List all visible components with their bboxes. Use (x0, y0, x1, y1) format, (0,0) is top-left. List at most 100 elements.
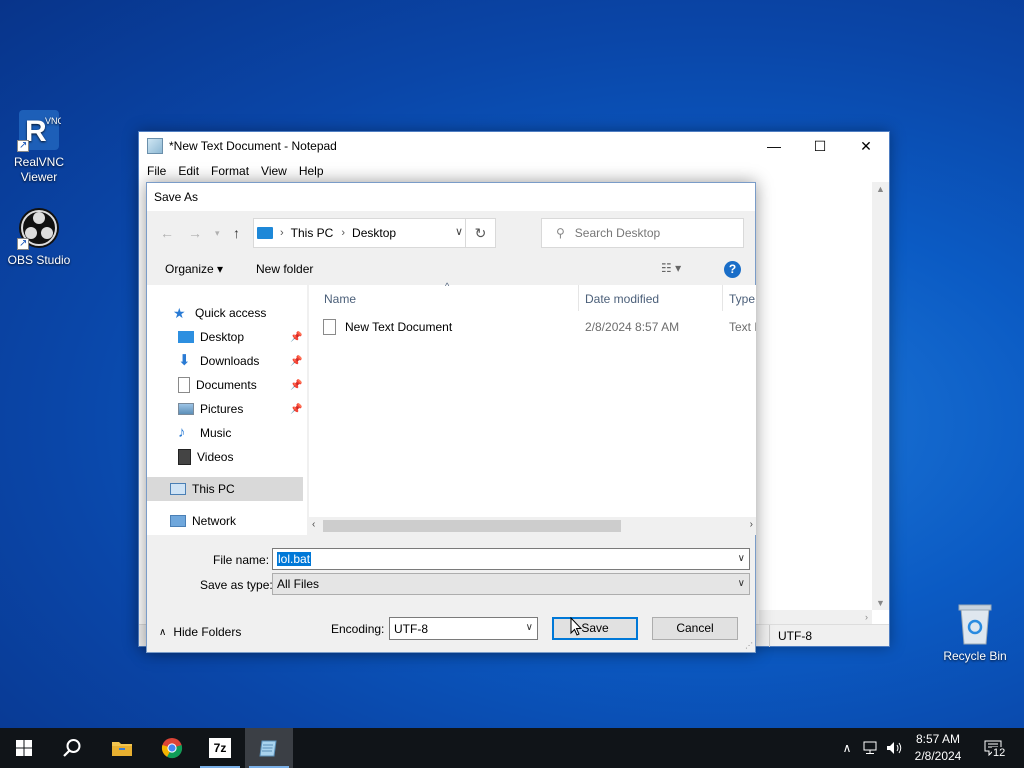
dialog-title[interactable]: Save As (147, 183, 755, 211)
breadcrumb-separator-icon[interactable]: › (280, 227, 284, 239)
address-bar[interactable]: › This PC › Desktop ∨ ↻ (253, 218, 496, 248)
back-arrow-icon[interactable]: ← (160, 225, 174, 241)
realvnc-icon: R VNC (17, 108, 65, 153)
nav-videos[interactable]: Videos (178, 445, 233, 469)
7zip-button[interactable]: 7z (196, 728, 244, 768)
desktop-icon-label: Viewer (20, 170, 58, 184)
7zip-icon: 7z (209, 738, 231, 758)
clock-time: 8:57 AM (915, 732, 961, 746)
chevron-down-icon[interactable]: ∨ (526, 622, 533, 633)
recycle-bin-icon (953, 602, 997, 646)
recent-locations-icon[interactable]: ▾ (215, 228, 220, 239)
scroll-right-icon[interactable]: › (865, 612, 868, 622)
nav-quick-access[interactable]: ★ Quick access (173, 301, 266, 325)
desktop-icon-label: OBS Studio (7, 253, 71, 267)
breadcrumb-desktop[interactable]: Desktop (352, 226, 396, 240)
search-icon (63, 739, 81, 757)
mouse-cursor-icon (570, 616, 583, 641)
status-encoding: UTF-8 (769, 625, 812, 647)
nav-pictures[interactable]: Pictures 📌 (178, 397, 304, 421)
column-date-modified[interactable]: Date modified (585, 292, 659, 306)
pin-icon[interactable]: 📌 (290, 332, 302, 343)
menu-help[interactable]: Help (293, 164, 330, 178)
obs-icon (17, 206, 61, 251)
desktop-icon-recycle-bin[interactable]: Recycle Bin (937, 602, 1013, 664)
nav-desktop[interactable]: Desktop 📌 (178, 325, 304, 349)
dialog-toolbar: Organize ▾ New folder ☷ ▾ ? (147, 253, 755, 285)
file-list: Name ^ Date modified Type New Text Docum… (309, 281, 756, 535)
chevron-down-icon[interactable]: ∨ (738, 553, 745, 564)
minimize-button[interactable]: — (751, 132, 797, 160)
pin-icon[interactable]: 📌 (290, 380, 302, 391)
scroll-left-icon[interactable]: ‹ (312, 519, 315, 530)
encoding-label: Encoding: (331, 622, 385, 636)
start-button[interactable] (0, 728, 48, 768)
close-button[interactable]: ✕ (843, 132, 889, 160)
taskbar-clock[interactable]: 8:57 AM 2/8/2024 (905, 731, 971, 765)
vertical-scrollbar[interactable]: ▲ ▼ (872, 182, 889, 610)
nav-music[interactable]: ♪ Music (178, 421, 231, 445)
menu-bar: File Edit Format View Help (139, 160, 889, 182)
scrollbar-thumb[interactable] (323, 520, 621, 532)
pin-icon[interactable]: 📌 (290, 404, 302, 415)
save-as-type-select[interactable]: All Files ∨ (272, 573, 750, 595)
encoding-select[interactable]: UTF-8 ∨ (389, 617, 538, 640)
file-explorer-button[interactable] (98, 728, 146, 768)
cancel-button[interactable]: Cancel (652, 617, 738, 640)
organize-button[interactable]: Organize ▾ (165, 262, 223, 276)
sort-arrow-icon: ^ (445, 281, 450, 291)
menu-view[interactable]: View (255, 164, 293, 178)
chevron-down-icon[interactable]: ∨ (738, 578, 745, 589)
volume-tray-icon[interactable] (884, 728, 906, 768)
column-name[interactable]: Name (324, 292, 356, 306)
desktop-icon-label: RealVNC (13, 155, 64, 169)
new-folder-button[interactable]: New folder (256, 262, 313, 276)
forward-arrow-icon[interactable]: → (188, 225, 202, 241)
notification-center-button[interactable]: 12 (980, 728, 1008, 768)
file-row[interactable]: New Text Document 2/8/2024 8:57 AM Text … (323, 317, 756, 337)
save-button[interactable]: Save (552, 617, 638, 640)
nav-documents[interactable]: Documents 📌 (178, 373, 304, 397)
refresh-icon[interactable]: ↻ (465, 219, 495, 247)
notepad-taskbar-button[interactable] (245, 728, 293, 768)
notepad-icon (259, 740, 277, 757)
network-tray-icon[interactable] (860, 728, 882, 768)
help-icon[interactable]: ? (724, 261, 741, 278)
menu-format[interactable]: Format (205, 164, 255, 178)
clock-date: 2/8/2024 (914, 749, 962, 763)
scroll-down-icon[interactable]: ▼ (876, 598, 885, 608)
breadcrumb-this-pc[interactable]: This PC (291, 226, 334, 240)
network-icon (170, 515, 186, 527)
search-input[interactable]: ⚲ Search Desktop (541, 218, 744, 248)
window-title: *New Text Document - Notepad (169, 139, 337, 153)
desktop-icon-label: Recycle Bin (943, 649, 1007, 663)
file-name-input[interactable]: lol.bat ∨ (272, 548, 750, 570)
column-type[interactable]: Type (729, 292, 755, 306)
pictures-icon (178, 403, 194, 415)
file-list-scrollbar[interactable]: ‹ › (309, 517, 756, 535)
nav-network[interactable]: Network (170, 509, 236, 533)
menu-file[interactable]: File (141, 164, 172, 178)
breadcrumb-separator-icon[interactable]: › (341, 227, 345, 239)
show-hidden-icons-chevron-icon[interactable]: ∧ (838, 728, 856, 768)
nav-downloads[interactable]: ⬇ Downloads 📌 (178, 349, 304, 373)
save-as-type-value: All Files (277, 577, 320, 591)
scroll-up-icon[interactable]: ▲ (876, 184, 885, 194)
this-pc-icon (257, 227, 273, 239)
pin-icon[interactable]: 📌 (290, 356, 302, 367)
search-button[interactable] (48, 728, 96, 768)
desktop-icon-obs[interactable]: OBS Studio (1, 206, 77, 268)
chrome-button[interactable] (148, 728, 196, 768)
scroll-right-icon[interactable]: › (750, 519, 753, 530)
nav-this-pc[interactable]: This PC (170, 477, 235, 501)
hide-folders-button[interactable]: ∧ Hide Folders (159, 625, 241, 639)
change-view-icon[interactable]: ☷ ▾ (661, 261, 681, 275)
resize-grip-icon[interactable]: ⋰ (745, 641, 753, 650)
menu-edit[interactable]: Edit (172, 164, 205, 178)
chevron-down-icon[interactable]: ∨ (455, 225, 463, 238)
desktop-icon-realvnc[interactable]: RVNC RealVNC Viewer (1, 108, 77, 185)
maximize-button[interactable]: ☐ (797, 132, 843, 160)
encoding-value: UTF-8 (394, 621, 428, 636)
up-arrow-icon[interactable]: ↑ (233, 225, 240, 241)
taskbar: 7z ∧ 8:57 AM 2/8/2024 12 (0, 728, 1024, 768)
